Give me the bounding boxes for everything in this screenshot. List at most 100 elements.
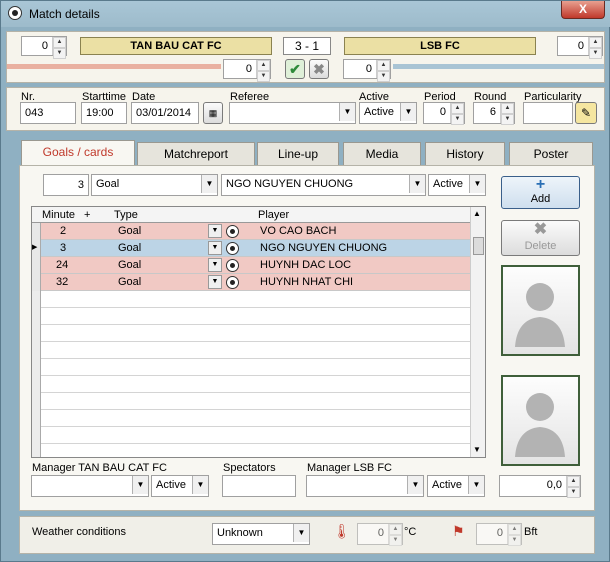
soccer-ball-icon bbox=[226, 242, 239, 255]
tab-matchreport[interactable]: Matchreport bbox=[137, 142, 255, 166]
header-player[interactable]: Player bbox=[258, 207, 289, 224]
tab-media[interactable]: Media bbox=[343, 142, 421, 166]
tab-history[interactable]: History bbox=[425, 142, 505, 166]
active-select[interactable]: Active ▼ bbox=[359, 102, 417, 124]
dropdown-arrow-icon[interactable]: ▼ bbox=[208, 258, 222, 272]
tab-poster[interactable]: Poster bbox=[509, 142, 593, 166]
table-row[interactable]: 24 Goal ▼ HUYNH DAC LOC bbox=[32, 257, 470, 274]
spin-up-icon[interactable]: ▲ bbox=[501, 103, 514, 114]
spin-up-icon[interactable]: ▲ bbox=[389, 524, 402, 535]
referee-select[interactable]: ▼ bbox=[229, 102, 356, 124]
header-plus[interactable]: + bbox=[84, 207, 90, 224]
row-selector[interactable]: ▶ bbox=[32, 240, 41, 257]
status-select[interactable]: Active ▼ bbox=[428, 174, 486, 196]
scroll-down-icon[interactable]: ▼ bbox=[473, 445, 481, 454]
spin-up-icon[interactable]: ▲ bbox=[53, 37, 66, 48]
minute-field[interactable]: 3 bbox=[43, 174, 89, 196]
wind-spinner[interactable]: 0 ▲ ▼ bbox=[476, 523, 522, 546]
dropdown-arrow-icon[interactable]: ▼ bbox=[409, 175, 425, 193]
spin-down-icon[interactable]: ▼ bbox=[53, 48, 66, 59]
dropdown-arrow-icon[interactable]: ▼ bbox=[201, 175, 217, 193]
particularity-field[interactable] bbox=[523, 102, 573, 124]
row-selector[interactable] bbox=[32, 257, 41, 274]
spin-up-icon[interactable]: ▲ bbox=[377, 60, 390, 71]
row-minute: 3 bbox=[60, 242, 67, 254]
row-selector[interactable] bbox=[32, 223, 41, 240]
spin-down-icon[interactable]: ▼ bbox=[508, 535, 521, 546]
away-manager-status-select[interactable]: Active ▼ bbox=[427, 475, 485, 497]
temperature-spinner[interactable]: 0 ▲ ▼ bbox=[357, 523, 403, 546]
spin-down-icon[interactable]: ▼ bbox=[501, 114, 514, 125]
period-spinner[interactable]: 0 ▲ ▼ bbox=[423, 102, 465, 125]
pencil-icon[interactable]: ✎ bbox=[575, 102, 597, 124]
player-select[interactable]: NGO NGUYEN CHUONG ▼ bbox=[221, 174, 426, 196]
tab-line-up[interactable]: Line-up bbox=[257, 142, 339, 166]
home-extra-spinner[interactable]: 0 ▲ ▼ bbox=[223, 59, 271, 82]
spin-up-icon[interactable]: ▲ bbox=[257, 60, 270, 71]
table-row[interactable]: 32 Goal ▼ HUYNH NHAT CHI bbox=[32, 274, 470, 291]
home-manager-select[interactable]: ▼ bbox=[31, 475, 149, 497]
dropdown-arrow-icon[interactable]: ▼ bbox=[293, 524, 309, 542]
empty-grid-area bbox=[32, 291, 470, 457]
header-type[interactable]: Type bbox=[114, 207, 138, 224]
thermometer-icon: 🌡 bbox=[333, 523, 351, 539]
round-spinner[interactable]: 6 ▲ ▼ bbox=[473, 102, 515, 125]
home-color-bar bbox=[7, 64, 221, 69]
spin-down-icon[interactable]: ▼ bbox=[451, 114, 464, 125]
dropdown-arrow-icon[interactable]: ▼ bbox=[208, 224, 222, 238]
row-player: VO CAO BACH bbox=[260, 225, 337, 237]
away-extra-spinner[interactable]: 0 ▲ ▼ bbox=[343, 59, 391, 82]
dropdown-arrow-icon[interactable]: ▼ bbox=[208, 241, 222, 255]
nr-field[interactable]: 043 bbox=[20, 102, 76, 124]
delete-button[interactable]: ✖ Delete bbox=[501, 220, 580, 256]
spin-down-icon[interactable]: ▼ bbox=[257, 71, 270, 82]
cancel-icon[interactable]: ✖ bbox=[309, 59, 329, 79]
row-selector[interactable] bbox=[32, 274, 41, 291]
soccer-ball-icon bbox=[8, 6, 22, 20]
home-player-photo[interactable] bbox=[501, 265, 580, 356]
rating-spinner[interactable]: 0,0 ▲ ▼ bbox=[499, 475, 581, 498]
spin-down-icon[interactable]: ▼ bbox=[567, 487, 580, 498]
type-select[interactable]: Goal ▼ bbox=[91, 174, 218, 196]
header-minute[interactable]: Minute bbox=[42, 207, 75, 224]
add-button[interactable]: + Add bbox=[501, 176, 580, 209]
dropdown-arrow-icon[interactable]: ▼ bbox=[469, 175, 485, 193]
away-player-photo[interactable] bbox=[501, 375, 580, 466]
scroll-up-icon[interactable]: ▲ bbox=[473, 209, 481, 218]
title-bar: Match details X bbox=[1, 1, 610, 27]
spin-up-icon[interactable]: ▲ bbox=[508, 524, 521, 535]
dropdown-arrow-icon[interactable]: ▼ bbox=[400, 103, 416, 121]
spin-down-icon[interactable]: ▼ bbox=[377, 71, 390, 82]
spin-up-icon[interactable]: ▲ bbox=[567, 476, 580, 487]
dropdown-arrow-icon[interactable]: ▼ bbox=[208, 275, 222, 289]
table-row[interactable]: 2 Goal ▼ VO CAO BACH bbox=[32, 223, 470, 240]
match-details-window: Match details X 0 ▲ ▼ TAN BAU CAT FC 3 - … bbox=[0, 0, 610, 562]
spin-down-icon[interactable]: ▼ bbox=[589, 48, 602, 59]
person-silhouette-icon bbox=[515, 283, 565, 347]
dropdown-arrow-icon[interactable]: ▼ bbox=[132, 476, 148, 494]
goals-table: Minute + Type Player 2 Goal ▼ VO CAO BAC… bbox=[31, 206, 486, 458]
dropdown-arrow-icon[interactable]: ▼ bbox=[468, 476, 484, 494]
home-manager-status-select[interactable]: Active ▼ bbox=[151, 475, 209, 497]
dropdown-arrow-icon[interactable]: ▼ bbox=[407, 476, 423, 494]
calendar-icon[interactable]: ▦ bbox=[203, 102, 223, 124]
away-score-spinner[interactable]: 0 ▲ ▼ bbox=[557, 36, 603, 59]
date-field[interactable]: 03/01/2014 bbox=[131, 102, 199, 124]
away-manager-select[interactable]: ▼ bbox=[306, 475, 424, 497]
spin-up-icon[interactable]: ▲ bbox=[589, 37, 602, 48]
scroll-thumb[interactable] bbox=[473, 237, 484, 255]
score-panel: 0 ▲ ▼ TAN BAU CAT FC 3 - 1 LSB FC 0 ▲ ▼ 0 … bbox=[6, 31, 605, 83]
weather-select[interactable]: Unknown ▼ bbox=[212, 523, 310, 545]
dropdown-arrow-icon[interactable]: ▼ bbox=[192, 476, 208, 494]
home-score-spinner[interactable]: 0 ▲ ▼ bbox=[21, 36, 67, 59]
close-button[interactable]: X bbox=[561, 1, 605, 19]
dropdown-arrow-icon[interactable]: ▼ bbox=[339, 103, 355, 121]
starttime-field[interactable]: 19:00 bbox=[81, 102, 127, 124]
spin-down-icon[interactable]: ▼ bbox=[389, 535, 402, 546]
spin-up-icon[interactable]: ▲ bbox=[451, 103, 464, 114]
spectators-field[interactable] bbox=[222, 475, 296, 497]
vertical-scrollbar[interactable]: ▲ ▼ bbox=[470, 207, 485, 457]
tab-goals-cards[interactable]: Goals / cards bbox=[21, 140, 135, 166]
table-row-selected[interactable]: ▶ 3 Goal ▼ NGO NGUYEN CHUONG bbox=[32, 240, 470, 257]
confirm-icon[interactable]: ✔ bbox=[285, 59, 305, 79]
